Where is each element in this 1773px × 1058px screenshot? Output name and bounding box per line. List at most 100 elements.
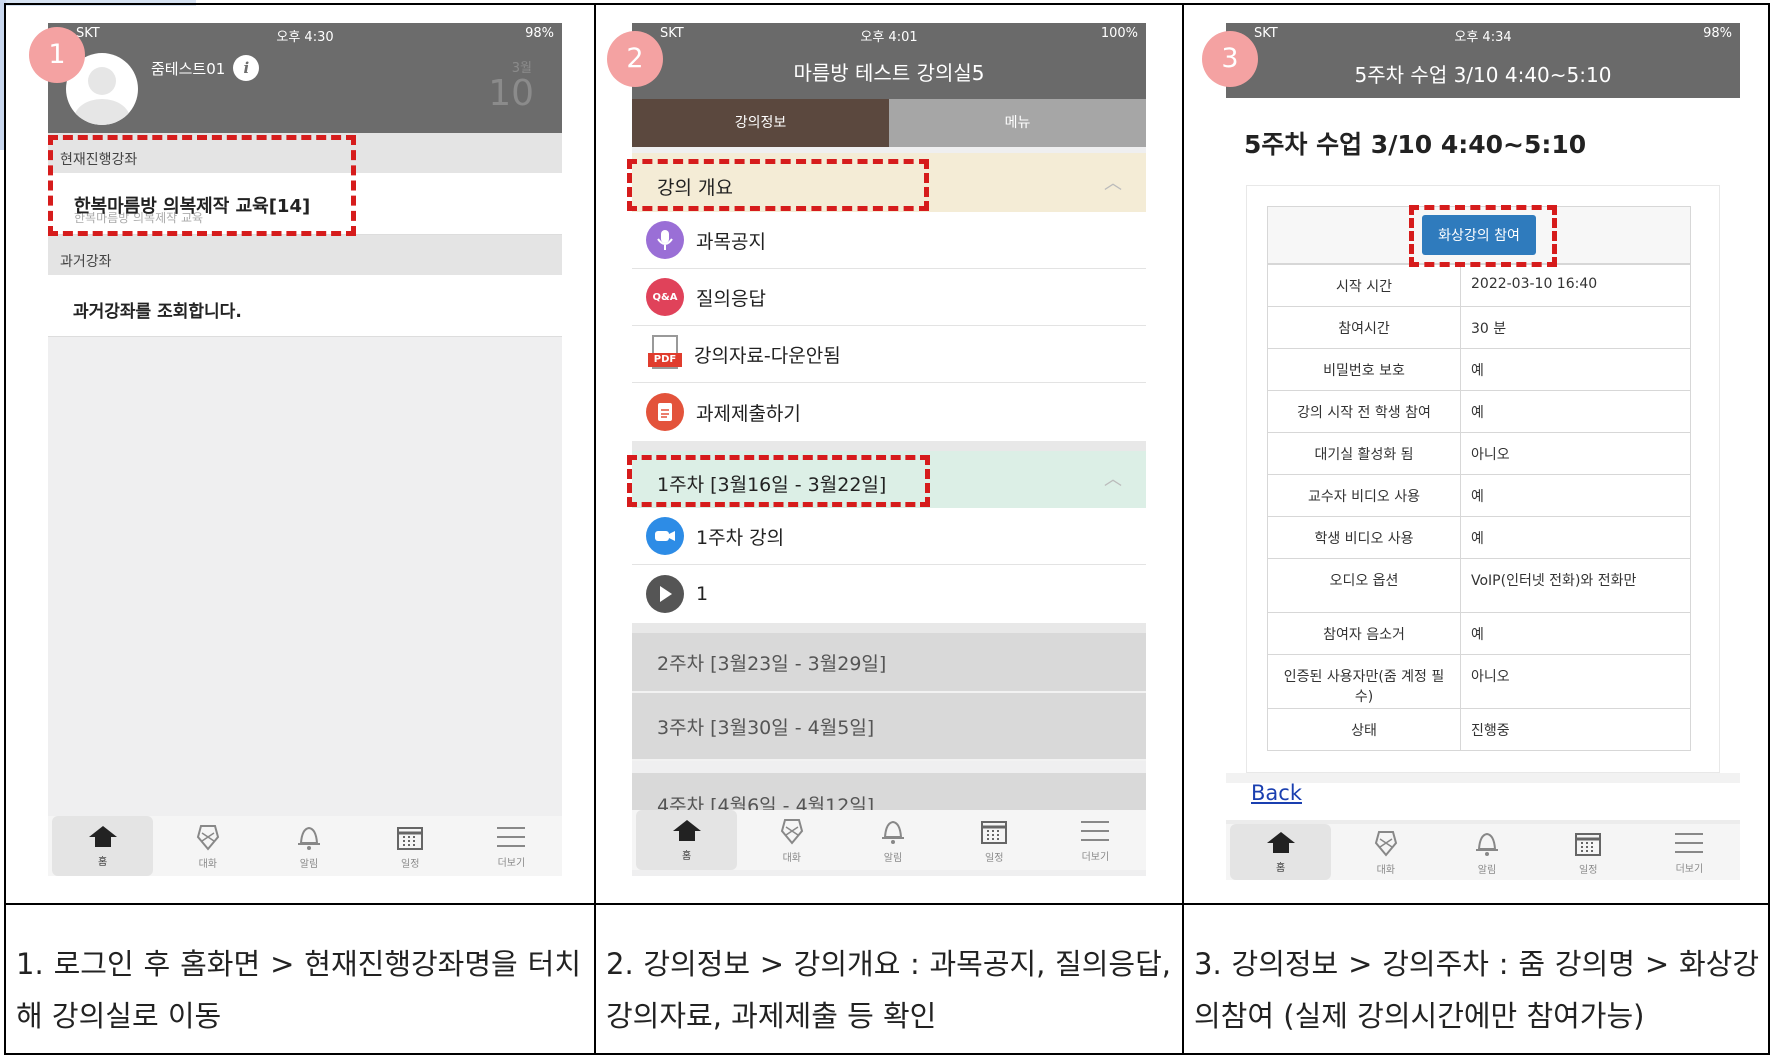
chat-icon [196, 824, 219, 851]
info-value: VoIP(인터넷 전화)와 전화만 [1460, 558, 1691, 613]
info-value: 예 [1460, 516, 1691, 559]
bell-icon [1476, 832, 1498, 856]
past-courses-link[interactable]: 과거강좌를 조회합니다. [48, 275, 562, 337]
info-key: 인증된 사용자만(줌 계정 필수) [1267, 654, 1461, 709]
info-key: 강의 시작 전 학생 참여 [1267, 390, 1461, 433]
info-value: 2022-03-10 16:40 [1460, 264, 1691, 307]
column-divider [594, 3, 596, 1055]
meeting-info-row: 인증된 사용자만(줌 계정 필수) 아니오 [1267, 654, 1691, 709]
date-day: 10 [488, 73, 534, 114]
qa-label: 질의응답 [696, 287, 766, 310]
list-item-notice[interactable]: 과목공지 [632, 212, 1146, 269]
battery: 98% [1703, 26, 1732, 41]
tab-more[interactable]: 더보기 [1639, 824, 1740, 880]
mic-icon [646, 221, 684, 259]
info-key: 대기실 활성화 됨 [1267, 432, 1461, 475]
menu-icon [497, 826, 526, 847]
materials-label: 강의자료-다운안됨 [694, 344, 841, 367]
page-title: 5주차 수업 3/10 4:40~5:10 [1354, 63, 1612, 87]
list-item-assignment[interactable]: 과제제출하기 [632, 383, 1146, 441]
tab-chat[interactable]: 대화 [1335, 824, 1436, 880]
week1-lecture-label: 1주차 강의 [696, 526, 785, 549]
column-divider [1182, 3, 1184, 1055]
tab-alerts[interactable]: 알림 [842, 810, 943, 870]
pdf-icon: PDF [648, 335, 682, 373]
tab-schedule[interactable]: 일정 [360, 816, 461, 876]
tab-alerts[interactable]: 알림 [258, 816, 359, 876]
tab-schedule[interactable]: 일정 [1538, 824, 1639, 880]
caption-step-2: 2. 강의정보 > 강의개요 : 과목공지, 질의응답, 강의자료, 과제제출 … [606, 947, 1171, 1033]
tab-more[interactable]: 더보기 [461, 816, 562, 876]
doc-icon [646, 393, 684, 431]
tab-more[interactable]: 더보기 [1045, 810, 1146, 870]
tab-home[interactable]: 홈 [1230, 824, 1332, 880]
tab-home[interactable]: 홈 [52, 816, 154, 876]
bottom-tab-bar: 홈 대화 알림 일정 더보기 [1226, 824, 1740, 880]
tab-alerts[interactable]: 알림 [1436, 824, 1537, 880]
highlight-join-button [1409, 205, 1557, 267]
meeting-info-row: 비밀번호 보호 예 [1267, 348, 1691, 391]
clock: 오후 4:34 [1454, 30, 1512, 45]
home-icon [672, 819, 701, 841]
info-key: 비밀번호 보호 [1267, 348, 1461, 391]
info-key: 참여자 음소거 [1267, 612, 1461, 655]
tab-schedule[interactable]: 일정 [944, 810, 1045, 870]
chat-icon [780, 818, 803, 845]
chevron-up-icon: ︿ [1104, 469, 1122, 490]
meeting-info-row: 참여시간 30 분 [1267, 306, 1691, 349]
section-week3[interactable]: 3주차 [3월30일 - 4월5일] [632, 693, 1146, 761]
play-icon [646, 575, 684, 613]
phone-screen-course: SKT 오후 4:01 100% 마름방 테스트 강의실5 강의정보 메뉴 강의… [632, 23, 1146, 876]
step-badge: 1 [29, 27, 85, 83]
info-key: 시작 시간 [1267, 264, 1461, 307]
highlight-overview [627, 159, 929, 211]
meeting-info-row: 참여자 음소거 예 [1267, 612, 1691, 655]
meeting-info-row: 학생 비디오 사용 예 [1267, 516, 1691, 559]
highlight-week1 [627, 455, 930, 507]
meeting-info-row: 대기실 활성화 됨 아니오 [1267, 432, 1691, 475]
info-key: 오디오 옵션 [1267, 558, 1461, 613]
section-week2[interactable]: 2주차 [3월23일 - 3월29일] [632, 633, 1146, 693]
back-link[interactable]: Back [1251, 781, 1302, 805]
status-bar: SKT 오후 4:34 98% [1226, 23, 1740, 45]
meeting-info-row: 오디오 옵션 VoIP(인터넷 전화)와 전화만 [1267, 558, 1691, 613]
meeting-info-row: 강의 시작 전 학생 참여 예 [1267, 390, 1691, 433]
info-icon[interactable]: i [233, 55, 260, 81]
meeting-info-table: 시작 시간 2022-03-10 16:40 참여시간 30 분 비밀번호 보호 예 강의 … [1267, 264, 1691, 751]
list-item-qa[interactable]: Q&A 질의응답 [632, 269, 1146, 326]
qa-icon: Q&A [646, 278, 684, 316]
tab-home[interactable]: 홈 [636, 810, 738, 870]
week1-video-label: 1 [696, 583, 709, 605]
row-divider [4, 903, 1770, 905]
bell-icon [298, 826, 320, 850]
list-item-materials[interactable]: PDF 강의자료-다운안됨 [632, 326, 1146, 383]
meeting-table: 화상강의 참여 시작 시간 2022-03-10 16:40 참여시간 30 분 비밀번… [1267, 206, 1691, 781]
caption-step-1: 1. 로그인 후 홈화면 > 현재진행강좌명을 터치해 강의실로 이동 [16, 947, 581, 1033]
tab-menu[interactable]: 메뉴 [889, 99, 1146, 147]
tab-course-info[interactable]: 강의정보 [632, 99, 889, 147]
step-badge: 2 [607, 31, 663, 87]
list-item-week1-lecture[interactable]: 1주차 강의 [632, 508, 1146, 565]
tab-chat[interactable]: 대화 [157, 816, 258, 876]
status-bar: SKT 오후 4:30 98% [48, 23, 562, 45]
meeting-info-row: 상태 진행중 [1267, 708, 1691, 751]
current-course-title: 한복마름방 의복제작 교육[14] [74, 196, 311, 217]
list-item-week1-video[interactable]: 1 [632, 565, 1146, 623]
page-title: 마름방 테스트 강의실5 [793, 61, 985, 85]
info-value: 예 [1460, 474, 1691, 517]
chat-icon [1374, 830, 1397, 857]
section-past: 과거강좌 [48, 235, 562, 275]
tab-chat[interactable]: 대화 [741, 810, 842, 870]
info-key: 교수자 비디오 사용 [1267, 474, 1461, 517]
bottom-tab-bar: 홈 대화 알림 일정 더보기 [48, 816, 562, 876]
clock: 오후 4:01 [860, 30, 918, 45]
home-icon [88, 825, 117, 847]
phone-screen-zoom: SKT 오후 4:34 98% 5주차 수업 3/10 4:40~5:10 5주… [1226, 23, 1740, 880]
info-value: 진행중 [1460, 708, 1691, 751]
info-value: 예 [1460, 612, 1691, 655]
status-bar: SKT 오후 4:01 100% [632, 23, 1146, 45]
home-icon [1266, 831, 1295, 853]
calendar-icon [981, 820, 1008, 844]
caption-step-3: 3. 강의정보 > 강의주차 : 줌 강의명 > 화상강의참여 (실제 강의시간… [1194, 947, 1759, 1033]
meeting-info-row: 교수자 비디오 사용 예 [1267, 474, 1691, 517]
